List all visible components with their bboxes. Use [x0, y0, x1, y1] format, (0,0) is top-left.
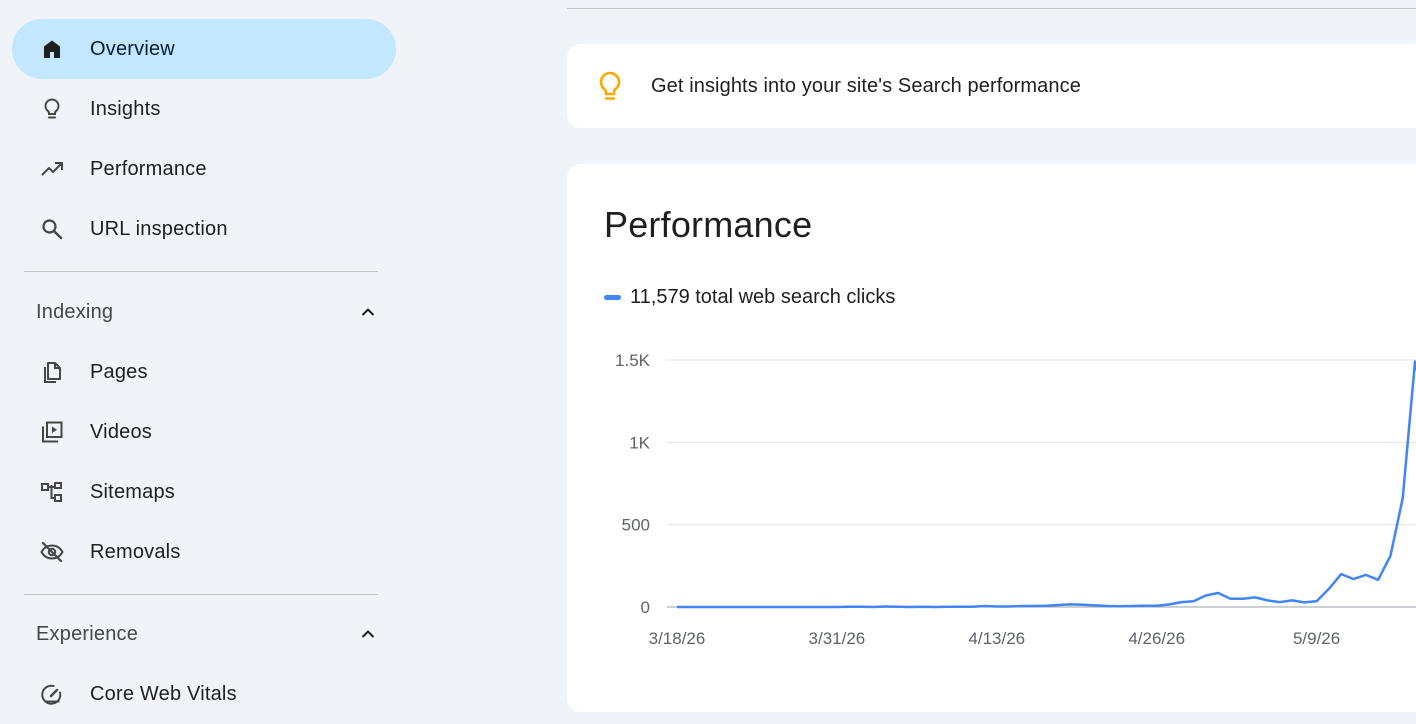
- y-tick-label: 1.5K: [615, 351, 651, 370]
- x-tick-label: 5/9/26: [1293, 629, 1340, 648]
- sidebar-item-overview[interactable]: Overview: [12, 19, 396, 79]
- video-library-icon: [40, 420, 64, 444]
- y-tick-label: 500: [622, 516, 650, 535]
- sidebar-item-label: Removals: [90, 540, 181, 563]
- insights-banner[interactable]: Get insights into your site's Search per…: [567, 44, 1416, 128]
- sidebar-item-label: Pages: [90, 360, 148, 383]
- sidebar-item-sitemaps[interactable]: Sitemaps: [12, 462, 396, 522]
- home-icon: [40, 37, 64, 61]
- sidebar-item-label: Videos: [90, 420, 152, 443]
- sidebar-item-removals[interactable]: Removals: [12, 522, 396, 582]
- speed-gauge-icon: [40, 682, 64, 706]
- y-tick-label: 1K: [629, 433, 650, 452]
- sidebar-item-core-web-vitals[interactable]: Core Web Vitals: [12, 664, 396, 724]
- lightbulb-icon: [40, 97, 64, 121]
- series-line-clicks[interactable]: [677, 360, 1416, 609]
- sidebar-item-label: Performance: [90, 157, 207, 180]
- header-divider: [567, 8, 1416, 9]
- sidebar-item-label: Sitemaps: [90, 480, 175, 503]
- section-header-experience[interactable]: Experience: [24, 614, 384, 654]
- sidebar-item-performance[interactable]: Performance: [12, 139, 396, 199]
- sidebar-divider: [24, 271, 378, 272]
- sidebar-item-label: URL inspection: [90, 217, 228, 240]
- sidebar-item-videos[interactable]: Videos: [12, 402, 396, 462]
- sidebar-item-pages[interactable]: Pages: [12, 342, 396, 402]
- sidebar-item-label: Core Web Vitals: [90, 682, 237, 705]
- chevron-up-icon: [356, 622, 380, 646]
- section-title: Indexing: [36, 300, 114, 323]
- x-tick-label: 4/26/26: [1128, 629, 1185, 648]
- x-tick-label: 3/31/26: [809, 629, 866, 648]
- visibility-off-icon: [40, 540, 64, 564]
- x-tick-label: 4/13/26: [968, 629, 1025, 648]
- performance-card: Performance 11,579 total web search clic…: [567, 164, 1416, 712]
- sidebar-item-label: Overview: [90, 37, 175, 60]
- sidebar: Overview Insights Performance URL inspec…: [0, 0, 420, 721]
- search-icon: [40, 217, 64, 241]
- performance-chart[interactable]: 0 500 1K 1.5K 3/18/26 3/31/26 4/13/26 4/26/26 5/…: [567, 164, 1416, 712]
- section-header-indexing[interactable]: Indexing: [24, 292, 384, 332]
- sidebar-divider: [24, 594, 378, 595]
- trending-up-icon: [40, 157, 64, 181]
- pages-icon: [40, 360, 64, 384]
- x-tick-label: 3/18/26: [649, 629, 706, 648]
- chevron-up-icon: [356, 300, 380, 324]
- y-tick-label: 0: [641, 598, 650, 617]
- lightbulb-icon: [595, 70, 625, 102]
- sidebar-item-label: Insights: [90, 97, 161, 120]
- sitemap-icon: [40, 480, 64, 504]
- sidebar-item-insights[interactable]: Insights: [12, 79, 396, 139]
- sidebar-item-url-inspection[interactable]: URL inspection: [12, 199, 396, 259]
- insights-banner-text: Get insights into your site's Search per…: [651, 75, 1081, 97]
- section-title: Experience: [36, 622, 139, 645]
